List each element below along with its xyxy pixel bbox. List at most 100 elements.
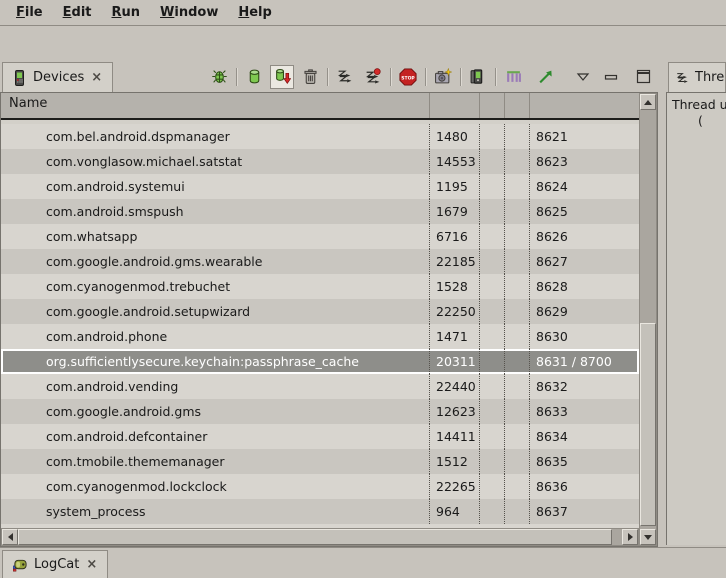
tab-threads[interactable]: Threads [668, 62, 726, 92]
cause-gc-icon[interactable] [298, 65, 322, 89]
device-row[interactable]: com.android.smspush 1679 8625 [1, 199, 639, 224]
opengl-trace-icon[interactable] [533, 65, 557, 89]
debug-icon[interactable] [207, 65, 231, 89]
column-header-name[interactable]: Name [9, 96, 47, 111]
device-name-cell: com.android.systemui [1, 174, 429, 199]
device-row[interactable]: com.google.android.gms.wearable 22185 86… [1, 249, 639, 274]
menu-run[interactable]: Run [102, 0, 151, 26]
view-menu-icon[interactable] [571, 65, 595, 89]
close-logcat-icon[interactable]: × [85, 558, 98, 571]
empty-cell [504, 399, 529, 424]
tab-devices[interactable]: Devices × [2, 62, 113, 92]
empty-cell [479, 499, 504, 524]
empty-cell [479, 324, 504, 349]
device-name-cell: com.google.android.gms.wearable [1, 249, 429, 274]
tab-devices-label: Devices [33, 70, 84, 85]
toolbar-separator [460, 68, 461, 86]
device-port-cell: 8626 [529, 224, 639, 249]
logcat-strip: LogCat × [0, 547, 726, 577]
empty-cell [479, 249, 504, 274]
device-row[interactable]: com.cyanogenmod.lockclock 22265 8636 [1, 474, 639, 499]
device-row[interactable]: com.android.defcontainer 14411 8634 [1, 424, 639, 449]
device-row[interactable]: com.android.phone 1471 8630 [1, 324, 639, 349]
device-row[interactable]: com.tmobile.thememanager 1512 8635 [1, 449, 639, 474]
update-heap-icon[interactable] [242, 65, 266, 89]
device-row[interactable]: com.google.android.gms 12623 8633 [1, 399, 639, 424]
device-row[interactable]: com.cyanogenmod.trebuchet 1528 8628 [1, 274, 639, 299]
method-profiling-icon[interactable] [361, 65, 385, 89]
device-row[interactable]: com.google.android.setupwizard 22250 862… [1, 299, 639, 324]
device-name-cell: com.tmobile.thememanager [1, 449, 429, 474]
menu-file[interactable]: File [6, 0, 53, 26]
screen-capture-icon[interactable] [431, 65, 455, 89]
empty-cell [479, 399, 504, 424]
toolbar-separator [236, 68, 237, 86]
device-name-cell: com.android.phone [1, 324, 429, 349]
device-row[interactable]: com.android.systemui 1195 8624 [1, 174, 639, 199]
device-name-cell: com.android.defcontainer [1, 424, 429, 449]
device-row[interactable]: org.sufficientlysecure.keychain:passphra… [1, 349, 639, 374]
device-row[interactable]: com.vonglasow.michael.satstat 14553 8623 [1, 149, 639, 174]
device-port-cell: 8628 [529, 274, 639, 299]
panel-sash[interactable] [658, 60, 666, 547]
threads-message-line1: Thread up [672, 97, 726, 112]
device-pid-cell: 20311 [429, 349, 479, 374]
menu-bar: File Edit Run Window Help [0, 0, 726, 26]
horizontal-scrollbar-thumb[interactable] [18, 529, 612, 545]
device-screens-icon[interactable] [466, 65, 490, 89]
device-pid-cell: 6716 [429, 224, 479, 249]
table-header[interactable]: Name [1, 92, 639, 120]
device-port-cell: 8630 [529, 324, 639, 349]
device-port-cell: 8637 [529, 499, 639, 524]
device-row[interactable]: com.android.vending 22440 8632 [1, 374, 639, 399]
device-port-cell: 8624 [529, 174, 639, 199]
scroll-up-button[interactable] [640, 94, 656, 110]
tab-logcat[interactable]: LogCat × [2, 550, 108, 578]
device-pid-cell: 1679 [429, 199, 479, 224]
device-name-cell: com.android.vending [1, 374, 429, 399]
toolbar-separator [495, 68, 496, 86]
empty-cell [504, 499, 529, 524]
device-row[interactable]: com.whatsapp 6716 8626 [1, 224, 639, 249]
close-devices-icon[interactable]: × [90, 71, 103, 84]
device-row[interactable]: com.bel.android.dspmanager 1480 8621 [1, 124, 639, 149]
device-name-cell: com.android.smspush [1, 199, 429, 224]
vertical-scrollbar[interactable] [639, 93, 657, 546]
maximize-icon[interactable] [631, 65, 655, 89]
tab-logcat-label: LogCat [34, 557, 79, 572]
empty-cell [504, 174, 529, 199]
empty-cell [504, 474, 529, 499]
device-pid-cell: 14553 [429, 149, 479, 174]
update-threads-icon[interactable] [333, 65, 357, 89]
phone-icon [12, 70, 27, 86]
device-row[interactable]: system_process 964 8637 [1, 499, 639, 524]
minimize-icon[interactable] [599, 65, 623, 89]
toolbar-separator [425, 68, 426, 86]
menu-help[interactable]: Help [228, 0, 281, 26]
empty-cell [504, 349, 529, 374]
device-pid-cell: 1471 [429, 324, 479, 349]
scroll-left-button[interactable] [2, 529, 18, 545]
systrace-icon[interactable] [501, 65, 525, 89]
scroll-down-button[interactable] [640, 529, 656, 545]
menu-edit[interactable]: Edit [53, 0, 102, 26]
dump-hprof-icon[interactable] [270, 65, 294, 89]
stop-process-icon[interactable]: STOP [396, 65, 420, 89]
device-port-cell: 8631 / 8700 [529, 349, 639, 374]
device-table-body: com.bel.android.dspmanager 1480 8621 com… [1, 124, 639, 524]
empty-cell [479, 424, 504, 449]
horizontal-scrollbar[interactable] [1, 528, 639, 546]
empty-cell [479, 299, 504, 324]
empty-cell [504, 299, 529, 324]
empty-cell [504, 249, 529, 274]
device-name-cell: com.cyanogenmod.trebuchet [1, 274, 429, 299]
device-name-cell: org.sufficientlysecure.keychain:passphra… [1, 349, 429, 374]
device-pid-cell: 1512 [429, 449, 479, 474]
svg-text:STOP: STOP [401, 75, 415, 81]
scroll-right-button[interactable] [622, 529, 638, 545]
threads-panel-content: Thread up ( [666, 92, 726, 545]
menu-window[interactable]: Window [150, 0, 228, 26]
vertical-scrollbar-thumb[interactable] [640, 323, 656, 526]
device-pid-cell: 1195 [429, 174, 479, 199]
empty-cell [479, 124, 504, 149]
